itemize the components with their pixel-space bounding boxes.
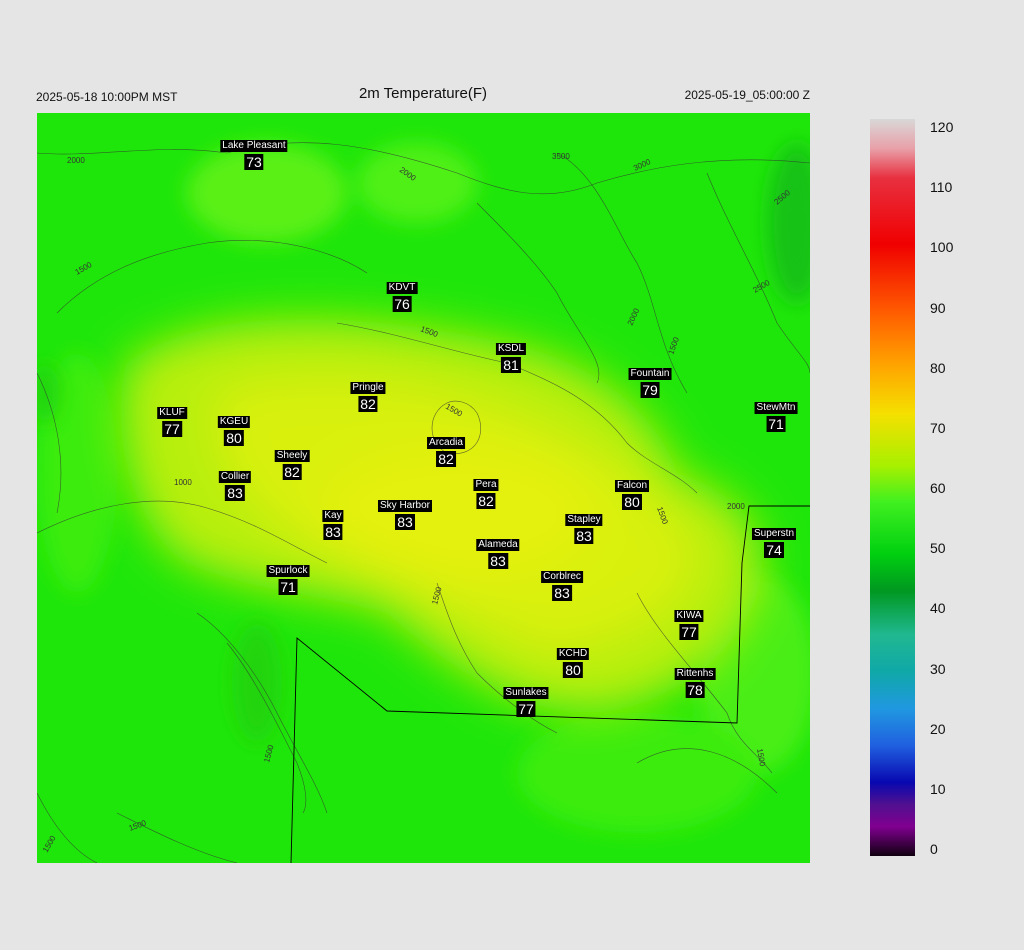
station-stewmtn: StewMtn 71	[754, 402, 798, 433]
station-temperature: 83	[395, 514, 415, 530]
station-name: KCHD	[556, 648, 590, 660]
map-field: 2000 2000 3500 3000 2500 2000 2500 1500 …	[37, 113, 810, 863]
station-temperature: 73	[244, 154, 264, 170]
station-temperature: 83	[574, 528, 594, 544]
station-name: KGEU	[217, 416, 251, 428]
station-temperature: 71	[278, 579, 298, 595]
contour-label: 1000	[174, 478, 192, 487]
station-temperature: 79	[640, 382, 660, 398]
station-spurlock: Spurlock 71	[266, 565, 310, 596]
station-kchd: KCHD 80	[556, 648, 590, 679]
station-superstn: Superstn 74	[751, 528, 797, 559]
station-temperature: 82	[282, 464, 302, 480]
station-name: Collier	[218, 471, 252, 483]
station-kiwa: KIWA 77	[674, 610, 704, 641]
station-temperature: 82	[436, 451, 456, 467]
station-name: Kay	[322, 510, 344, 522]
station-stapley: Stapley 83	[565, 514, 603, 545]
station-pera: Pera 82	[473, 479, 499, 510]
station-name: Sunlakes	[503, 687, 549, 699]
station-temperature: 80	[563, 662, 583, 678]
station-temperature: 83	[225, 485, 245, 501]
station-temperature: 77	[162, 421, 182, 437]
station-name: Lake Pleasant	[220, 140, 288, 152]
station-arcadia: Arcadia 82	[427, 437, 465, 468]
colorbar-tick-label: 60	[930, 480, 946, 496]
station-name: Fountain	[628, 368, 672, 380]
colorbar-tick-label: 90	[930, 299, 946, 316]
colorbar-tick-label: 120	[930, 119, 954, 135]
station-name: Pera	[473, 479, 499, 491]
station-temperature: 81	[501, 357, 521, 373]
station-temperature: 82	[358, 396, 378, 412]
colorbar-tick-label: 30	[930, 660, 946, 677]
temperature-map: 2000 2000 3500 3000 2500 2000 2500 1500 …	[37, 113, 810, 863]
station-temperature: 83	[323, 524, 343, 540]
station-ksdl: KSDL 81	[495, 343, 527, 374]
colorbar-tick-label: 110	[930, 179, 953, 196]
station-alameda: Alameda 83	[476, 539, 520, 570]
station-name: Superstn	[751, 528, 797, 540]
station-fountain: Fountain 79	[628, 368, 672, 399]
station-temperature: 78	[685, 682, 705, 698]
station-name: Alameda	[476, 539, 520, 551]
contour-label: 3500	[552, 152, 570, 161]
station-name: Sheely	[274, 450, 310, 462]
colorbar	[870, 119, 915, 856]
station-name: Stapley	[565, 514, 603, 526]
colorbar-tick-label: 0	[930, 841, 938, 857]
station-lake-pleasant: Lake Pleasant 73	[220, 140, 288, 171]
station-kluf: KLUF 77	[157, 407, 187, 438]
colorbar-scale	[870, 119, 915, 856]
station-name: KIWA	[674, 610, 704, 622]
station-temperature: 83	[488, 553, 508, 569]
station-kdvt: KDVT 76	[386, 282, 418, 313]
station-rittenhs: Rittenhs 78	[674, 668, 716, 699]
station-name: KSDL	[495, 343, 527, 355]
station-temperature: 80	[224, 430, 244, 446]
station-name: StewMtn	[754, 402, 798, 414]
station-name: Corblrec	[541, 571, 583, 583]
station-collier: Collier 83	[218, 471, 252, 502]
colorbar-tick-label: 50	[930, 540, 946, 557]
station-temperature: 83	[552, 585, 572, 601]
station-temperature: 80	[622, 494, 642, 510]
station-corblrec: Corblrec 83	[541, 571, 583, 602]
station-name: Rittenhs	[674, 668, 716, 680]
station-temperature: 82	[476, 493, 496, 509]
colorbar-tick-label: 80	[930, 359, 946, 376]
colorbar-tick-label: 20	[930, 720, 946, 737]
station-temperature: 77	[679, 624, 699, 640]
station-temperature: 74	[764, 542, 784, 558]
station-name: Arcadia	[427, 437, 465, 449]
contour-label: 2000	[727, 502, 745, 511]
station-name: Falcon	[614, 480, 650, 492]
station-temperature: 71	[766, 416, 786, 432]
colorbar-tick-label: 70	[930, 419, 946, 436]
station-name: KLUF	[157, 407, 187, 419]
contour-label: 2000	[67, 156, 85, 165]
colorbar-tick-label: 100	[930, 239, 954, 256]
station-name: Pringle	[350, 382, 386, 394]
station-name: Sky Harbor	[377, 500, 433, 512]
station-name: KDVT	[386, 282, 418, 294]
valid-time-utc: 2025-05-19_05:00:00 Z	[684, 88, 810, 102]
colorbar-tick-label: 10	[930, 780, 946, 797]
station-temperature: 76	[392, 296, 412, 312]
station-falcon: Falcon 80	[614, 480, 650, 511]
station-name: Spurlock	[266, 565, 310, 577]
colorbar-tick-label: 40	[930, 600, 946, 617]
station-sunlakes: Sunlakes 77	[503, 687, 549, 718]
station-sky-harbor: Sky Harbor 83	[377, 500, 433, 531]
station-kgeu: KGEU 80	[217, 416, 251, 447]
station-kay: Kay 83	[322, 510, 344, 541]
station-pringle: Pringle 82	[350, 382, 386, 413]
station-sheely: Sheely 82	[274, 450, 310, 481]
station-temperature: 77	[516, 701, 536, 717]
